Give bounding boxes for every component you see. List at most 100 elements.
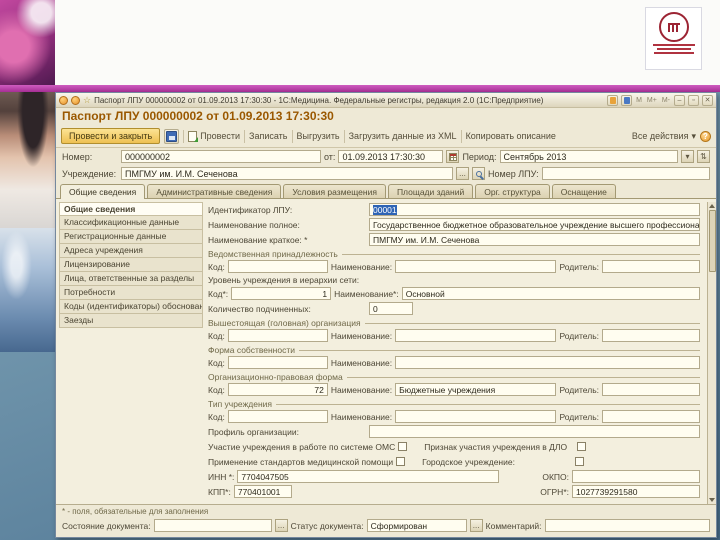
organization-select-button[interactable]: ... <box>456 167 469 180</box>
search-icon[interactable] <box>472 167 485 180</box>
scroll-down-icon[interactable] <box>709 498 715 502</box>
sidebar-item-licensing[interactable]: Лицензирование <box>59 258 203 272</box>
dept-name-label: Наименование: <box>330 261 393 272</box>
kpp-input[interactable]: 770401001 <box>233 485 292 498</box>
legal-form-code-input[interactable]: 72 <box>227 383 328 396</box>
period-input[interactable]: Сентябрь 2013 <box>499 150 678 163</box>
unload-button[interactable]: Выгрузить <box>297 131 340 141</box>
doc-status-select-button[interactable]: ... <box>469 519 483 532</box>
profile-input[interactable] <box>369 425 700 438</box>
city-checkbox[interactable] <box>575 457 585 466</box>
level-code-input[interactable]: 1 <box>231 287 332 300</box>
ownership-name-input[interactable] <box>395 356 700 369</box>
group-ownership: Форма собственности <box>208 345 700 355</box>
close-button[interactable]: ✕ <box>702 94 713 106</box>
org-type-parent-input[interactable] <box>602 410 700 423</box>
toolbar-separator <box>343 129 345 143</box>
sidebar-item-addresses[interactable]: Адреса учреждения <box>59 244 203 258</box>
level-name-label: Наименование*: <box>334 288 399 299</box>
org-type-code-label: Код: <box>208 411 225 422</box>
scroll-up-icon[interactable] <box>709 204 715 208</box>
sidebar-item-visits[interactable]: Заезды <box>59 314 203 328</box>
tab-content: Общие сведения Классификационные данные … <box>56 198 716 504</box>
full-name-input[interactable]: Государственное бюджетное образовательно… <box>369 218 700 231</box>
dept-name-input[interactable] <box>395 260 557 273</box>
head-org-parent-input[interactable] <box>602 329 700 342</box>
tab-equipment[interactable]: Оснащение <box>551 184 616 198</box>
subordinate-count-input[interactable]: 0 <box>369 302 413 315</box>
inn-input[interactable]: 7704047505 <box>237 470 500 483</box>
section-sidebar: Общие сведения Классификационные данные … <box>59 202 203 504</box>
doc-state-input[interactable] <box>153 519 272 532</box>
doc-status-input[interactable]: Сформирован <box>366 519 467 532</box>
minimize-button[interactable]: – <box>674 94 685 106</box>
period-dropdown-icon[interactable]: ▾ <box>681 150 694 163</box>
ogrn-input[interactable]: 1027739291580 <box>572 485 700 498</box>
legal-form-parent-label: Родитель: <box>559 384 599 395</box>
memory-button-m-minus[interactable]: М- <box>661 97 671 104</box>
vertical-scrollbar[interactable] <box>707 202 716 504</box>
head-org-name-input[interactable] <box>395 329 557 342</box>
dept-code-input[interactable] <box>227 260 328 273</box>
sidebar-item-classification[interactable]: Классификационные данные <box>59 216 203 230</box>
number-input[interactable]: 000000002 <box>121 150 321 163</box>
memory-button-m[interactable]: М <box>635 97 643 104</box>
organization-label: Учреждение: <box>62 168 117 179</box>
memory-button-m-plus[interactable]: М+ <box>646 97 658 104</box>
tab-building-areas[interactable]: Площади зданий <box>387 184 474 198</box>
tab-general-info[interactable]: Общие сведения <box>60 184 146 199</box>
help-icon[interactable]: ? <box>700 130 711 142</box>
load-xml-button[interactable]: Загрузить данные из XML <box>349 131 457 141</box>
tab-administrative-info[interactable]: Административные сведения <box>147 184 282 198</box>
date-input[interactable]: 01.09.2013 17:30:30 <box>338 150 444 163</box>
legal-form-parent-input[interactable] <box>602 383 700 396</box>
identifier-input[interactable]: 00001 <box>369 203 700 216</box>
doc-state-select-button[interactable]: ... <box>274 519 288 532</box>
standards-checkbox[interactable] <box>396 457 406 466</box>
sidebar-item-codes[interactable]: Коды (идентификаторы) обоснований <box>59 300 203 314</box>
post-and-close-button[interactable]: Провести и закрыть <box>61 128 161 144</box>
sidebar-item-needs[interactable]: Потребности <box>59 286 203 300</box>
organization-input[interactable]: ПМГМУ им. И.М. Сеченова <box>121 167 453 180</box>
scrollbar-thumb[interactable] <box>708 210 716 272</box>
write-button[interactable]: Записать <box>249 131 287 141</box>
legal-form-name-input[interactable]: Бюджетные учреждения <box>395 383 557 396</box>
org-type-parent-label: Родитель: <box>559 411 599 422</box>
favorites-star-icon[interactable]: ☆ <box>83 95 91 105</box>
standards-label: Применение стандартов медицинской помощи <box>208 456 394 467</box>
chevron-down-icon: ▾ <box>691 130 696 141</box>
sidebar-item-registration[interactable]: Регистрационные данные <box>59 230 203 244</box>
group-head-org: Вышестоящая (головная) организация <box>208 318 700 328</box>
org-type-code-input[interactable] <box>227 410 328 423</box>
kpp-label: КПП*: <box>208 486 231 497</box>
okpo-input[interactable] <box>572 470 700 483</box>
short-name-input[interactable]: ПМГМУ им. И.М. Сеченова <box>369 233 700 246</box>
subordinate-count-label: Количество подчиненных: <box>208 303 311 314</box>
dept-parent-input[interactable] <box>602 260 700 273</box>
sidebar-item-general[interactable]: Общие сведения <box>59 202 203 216</box>
org-type-name-input[interactable] <box>395 410 557 423</box>
doc-orange-icon[interactable] <box>607 94 619 106</box>
dlo-checkbox[interactable] <box>577 442 587 451</box>
sidebar-item-responsible-persons[interactable]: Лица, ответственные за разделы <box>59 272 203 286</box>
period-spinner-icon[interactable]: ⇅ <box>697 150 710 163</box>
level-name-input[interactable]: Основной <box>401 287 700 300</box>
doc-blue-icon[interactable] <box>621 94 633 106</box>
tab-org-structure[interactable]: Орг. структура <box>475 184 550 198</box>
lpu-number-input[interactable] <box>541 167 710 180</box>
copy-description-button[interactable]: Копировать описание <box>466 131 556 141</box>
ownership-code-input[interactable] <box>227 356 328 369</box>
oms-checkbox[interactable] <box>398 442 408 451</box>
post-button[interactable]: Провести <box>188 130 240 142</box>
calendar-icon[interactable] <box>446 150 460 163</box>
comment-input[interactable] <box>544 519 710 532</box>
all-actions-button[interactable]: Все действия ▾ <box>632 131 696 142</box>
head-org-code-input[interactable] <box>227 329 328 342</box>
ownership-name-label: Наименование: <box>330 357 393 368</box>
dept-code-label: Код: <box>208 261 225 272</box>
save-button[interactable] <box>164 128 180 144</box>
maximize-button[interactable]: ▫ <box>688 94 699 106</box>
tab-placement-conditions[interactable]: Условия размещения <box>283 184 386 198</box>
toolbar-separator <box>183 129 185 143</box>
group-legal-form: Организационно-правовая форма <box>208 372 700 382</box>
